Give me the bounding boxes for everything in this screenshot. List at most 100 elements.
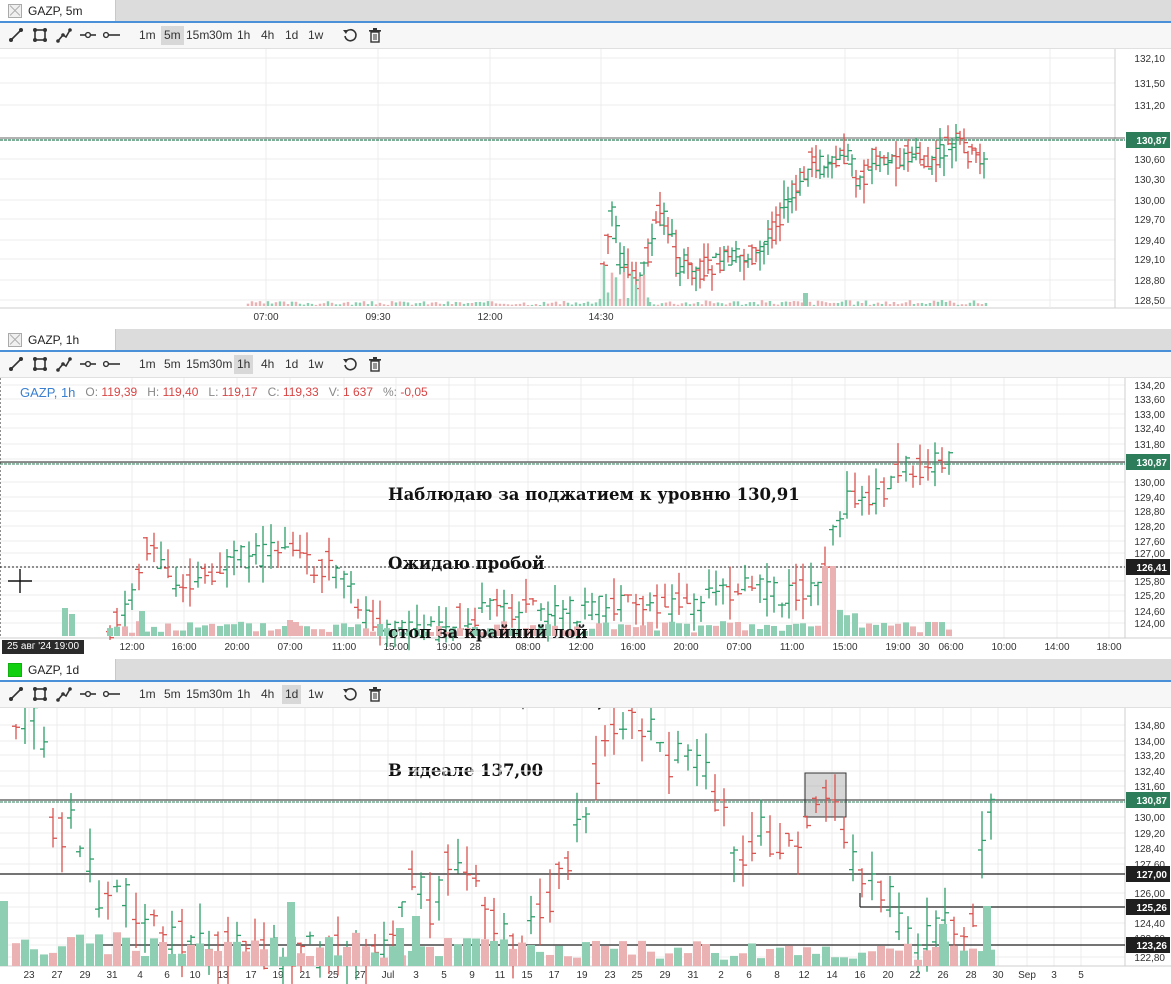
volume-bar bbox=[139, 611, 145, 636]
price-chart[interactable]: 132,10 131,50 131,20 130,87 130,60 130,30 130,… bbox=[0, 49, 1171, 326]
timeframe-1w-button[interactable]: 1w bbox=[305, 355, 326, 374]
ohlc-bar bbox=[892, 141, 900, 187]
volume-bar bbox=[794, 955, 802, 966]
volume-bar bbox=[555, 945, 563, 966]
ohlc-bar bbox=[259, 525, 267, 583]
polyline-icon[interactable] bbox=[54, 26, 74, 44]
timeframe-4h-button[interactable]: 4h bbox=[258, 685, 277, 704]
ohlc-bar bbox=[186, 558, 194, 607]
timeframe-1h-button[interactable]: 1h bbox=[234, 685, 253, 704]
tab-gazp-1h[interactable]: GAZP, 1h bbox=[0, 329, 116, 350]
polyline-icon[interactable] bbox=[54, 355, 74, 373]
timeframe-1w-button[interactable]: 1w bbox=[305, 26, 326, 45]
volume-bar bbox=[696, 302, 700, 306]
timeframe-30m-button[interactable]: 30m bbox=[206, 685, 235, 704]
timeframe-5m-button[interactable]: 5m bbox=[161, 355, 184, 374]
time-tick-label: 31 bbox=[106, 970, 118, 981]
volume-bar bbox=[478, 301, 482, 306]
volume-bar bbox=[370, 301, 374, 306]
volume-bar bbox=[892, 301, 896, 306]
timeframe-1h-button[interactable]: 1h bbox=[234, 26, 253, 45]
segment-icon[interactable] bbox=[78, 685, 98, 703]
trash-icon[interactable] bbox=[365, 685, 385, 703]
timeframe-1m-button[interactable]: 1m bbox=[136, 26, 159, 45]
time-tick-label: 14 bbox=[826, 970, 838, 981]
time-tick-label: 3 bbox=[1051, 970, 1057, 981]
ohlc-bar bbox=[772, 206, 780, 245]
timeframe-1d-button[interactable]: 1d bbox=[282, 26, 301, 45]
timeframe-1h-button[interactable]: 1h bbox=[234, 355, 254, 374]
volume-bar bbox=[720, 303, 724, 306]
timeframe-1d-button[interactable]: 1d bbox=[282, 685, 302, 704]
svg-text:123,26: 123,26 bbox=[1136, 941, 1167, 952]
volume-bar bbox=[342, 302, 346, 306]
timeframe-30m-button[interactable]: 30m bbox=[206, 26, 235, 45]
close-icon[interactable] bbox=[8, 3, 22, 18]
trend-line-icon[interactable] bbox=[6, 355, 26, 373]
volume-bar bbox=[466, 303, 470, 306]
volume-bar bbox=[165, 623, 171, 636]
time-tick-label: 06:00 bbox=[938, 642, 963, 653]
volume-bar bbox=[316, 947, 324, 966]
volume-bar bbox=[760, 300, 764, 306]
price-tick-label: 124,00 bbox=[1134, 619, 1165, 630]
volume-bar bbox=[270, 937, 278, 966]
ray-icon[interactable] bbox=[102, 355, 122, 373]
timeframe-1m-button[interactable]: 1m bbox=[136, 685, 159, 704]
volume-bar bbox=[490, 301, 494, 306]
timeframe-4h-button[interactable]: 4h bbox=[258, 26, 277, 45]
volume-bar bbox=[326, 301, 330, 306]
segment-icon[interactable] bbox=[78, 26, 98, 44]
ohlc-bar bbox=[389, 920, 397, 948]
reset-icon[interactable] bbox=[340, 355, 360, 373]
price-chart[interactable]: 134,80 134,00 133,20 132,40 131,60 130,87 130,… bbox=[0, 708, 1171, 984]
timeframe-1w-button[interactable]: 1w bbox=[305, 685, 326, 704]
segment-icon[interactable] bbox=[78, 355, 98, 373]
ohlc-bar bbox=[369, 599, 377, 631]
ohlc-bar bbox=[128, 583, 136, 610]
timeframe-5m-button[interactable]: 5m bbox=[161, 685, 184, 704]
price-level-badge: 126,41 bbox=[1126, 559, 1170, 575]
reset-icon[interactable] bbox=[340, 26, 360, 44]
trend-line-icon[interactable] bbox=[6, 685, 26, 703]
timeframe-1m-button[interactable]: 1m bbox=[136, 355, 159, 374]
tab-gazp-5m[interactable]: GAZP, 5m bbox=[0, 0, 116, 21]
volume-bar bbox=[939, 924, 947, 966]
ohlc-bar bbox=[696, 258, 704, 289]
timeframe-5m-button[interactable]: 5m bbox=[161, 26, 184, 45]
volume-bar bbox=[209, 623, 215, 636]
ohlc-bar bbox=[332, 564, 340, 589]
timeframe-30m-button[interactable]: 30m bbox=[206, 355, 235, 374]
volume-bar bbox=[410, 304, 414, 306]
volume-bar bbox=[884, 301, 888, 306]
polyline-icon[interactable] bbox=[54, 685, 74, 703]
ohlc-bar bbox=[194, 561, 202, 588]
volume-bar bbox=[534, 303, 538, 306]
volume-bar bbox=[258, 301, 262, 306]
rectangle-tool-icon[interactable] bbox=[30, 26, 50, 44]
ohlc-bar bbox=[978, 811, 986, 879]
volume-bar bbox=[279, 956, 287, 966]
tab-gazp-1d[interactable]: GAZP, 1d bbox=[0, 659, 116, 680]
volume-bar bbox=[217, 625, 223, 636]
timeframe-4h-button[interactable]: 4h bbox=[258, 355, 277, 374]
volume-bar bbox=[656, 304, 660, 306]
trash-icon[interactable] bbox=[365, 26, 385, 44]
volume-bar bbox=[304, 626, 310, 636]
price-tick-label: 125,20 bbox=[1134, 591, 1165, 602]
rectangle-tool-icon[interactable] bbox=[30, 685, 50, 703]
volume-bar bbox=[668, 301, 672, 306]
trend-line-icon[interactable] bbox=[6, 26, 26, 44]
ohlc-bar bbox=[555, 861, 563, 890]
timeframe-1d-button[interactable]: 1d bbox=[282, 355, 301, 374]
volume-bar bbox=[916, 303, 920, 306]
volume-bar bbox=[601, 945, 609, 966]
trash-icon[interactable] bbox=[365, 355, 385, 373]
time-tick-label: 28 bbox=[965, 970, 977, 981]
rectangle-tool-icon[interactable] bbox=[30, 355, 50, 373]
reset-icon[interactable] bbox=[340, 685, 360, 703]
ray-icon[interactable] bbox=[102, 26, 122, 44]
ohlc-bar bbox=[836, 511, 844, 538]
close-icon[interactable] bbox=[8, 332, 22, 347]
ray-icon[interactable] bbox=[102, 685, 122, 703]
